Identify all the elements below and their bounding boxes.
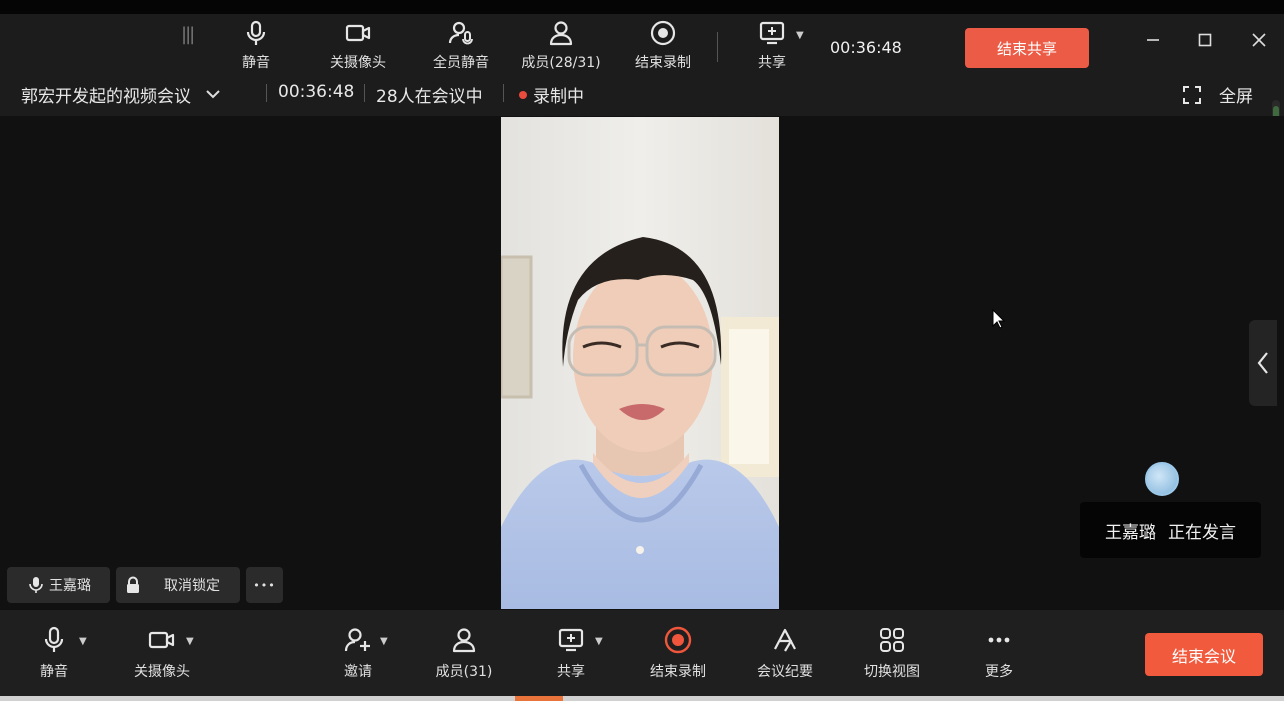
meeting-title: 郭宏开发起的视频会议 xyxy=(21,87,191,107)
members-label: 成员(31) xyxy=(435,664,493,680)
microphone-icon xyxy=(44,626,64,652)
active-speaker-status: 正在发言 xyxy=(1168,522,1236,543)
toolbar-share-button[interactable]: 共享 xyxy=(748,14,796,76)
minutes-icon xyxy=(774,628,796,652)
video-more-options-button[interactable]: ••• xyxy=(246,567,283,603)
toolbar-mute-label: 静音 xyxy=(242,55,270,71)
speaker-avatar xyxy=(1145,462,1179,496)
elapsed-time: 00:36:48 xyxy=(278,82,355,102)
info-divider xyxy=(364,84,365,102)
end-share-button[interactable]: 结束共享 xyxy=(965,28,1089,68)
fullscreen-label: 全屏 xyxy=(1219,87,1253,107)
toolbar-divider xyxy=(717,32,718,62)
audio-options-caret-icon[interactable]: ▼ xyxy=(79,636,87,647)
close-window-icon[interactable] xyxy=(1246,30,1272,50)
toolbar-end-recording-label: 结束录制 xyxy=(635,55,691,71)
meeting-minutes-label: 会议纪要 xyxy=(757,664,813,680)
mute-button[interactable]: 静音 xyxy=(30,610,78,696)
invite-icon xyxy=(344,628,370,652)
chevron-down-icon xyxy=(205,87,221,103)
switch-view-label: 切换视图 xyxy=(864,664,920,680)
info-divider xyxy=(266,84,267,102)
camera-button[interactable]: 关摄像头 xyxy=(124,610,200,696)
recording-dot-icon xyxy=(519,91,527,99)
taskbar-edge xyxy=(0,696,1284,701)
members-icon xyxy=(452,628,476,653)
meeting-title-dropdown[interactable]: 郭宏开发起的视频会议 xyxy=(21,82,221,107)
unlock-label: 取消锁定 xyxy=(164,578,220,594)
share-options-caret-icon[interactable]: ▼ xyxy=(595,636,603,647)
meeting-minutes-button[interactable]: 会议纪要 xyxy=(748,610,822,696)
participant-name: 王嘉璐 xyxy=(49,578,91,594)
participant-video-frame xyxy=(501,117,779,609)
invite-label: 邀请 xyxy=(344,664,372,680)
active-speaker-name: 王嘉璐 xyxy=(1105,522,1156,543)
lock-icon xyxy=(127,576,139,593)
share-screen-icon xyxy=(558,628,584,652)
taskbar-accent xyxy=(515,696,563,701)
recording-status: 录制中 xyxy=(519,82,584,107)
end-recording-label: 结束录制 xyxy=(650,664,706,680)
minimize-window-icon[interactable] xyxy=(1140,30,1166,50)
members-button[interactable]: 成员(31) xyxy=(428,610,500,696)
drag-handle[interactable]: ||| xyxy=(181,24,195,45)
toolbar-end-recording-button[interactable]: 结束录制 xyxy=(626,14,700,76)
share-button[interactable]: 共享 xyxy=(547,610,595,696)
toolbar-mute-button[interactable]: 静音 xyxy=(226,14,286,76)
toolbar-members-label: 成员(28/31) xyxy=(521,55,601,71)
grid-view-icon xyxy=(880,628,904,652)
toolbar-camera-label: 关摄像头 xyxy=(330,55,386,71)
microphone-icon xyxy=(29,577,43,593)
mute-label: 静音 xyxy=(40,664,68,680)
camera-label: 关摄像头 xyxy=(134,664,190,680)
more-icon: ••• xyxy=(253,578,276,592)
microphone-icon xyxy=(246,20,266,45)
record-icon xyxy=(650,20,676,46)
more-button[interactable]: 更多 xyxy=(975,610,1023,696)
toolbar-share-label: 共享 xyxy=(758,55,786,71)
record-icon xyxy=(664,626,692,654)
fullscreen-button[interactable]: 全屏 xyxy=(1183,82,1253,107)
maximize-window-icon[interactable] xyxy=(1192,30,1218,50)
end-recording-button[interactable]: 结束录制 xyxy=(641,610,715,696)
toolbar-mute-all-label: 全员静音 xyxy=(433,55,489,71)
share-label: 共享 xyxy=(557,664,585,680)
share-dropdown-caret-icon[interactable]: ▼ xyxy=(796,30,804,41)
toolbar-mute-all-button[interactable]: 全员静音 xyxy=(424,14,498,76)
switch-view-button[interactable]: 切换视图 xyxy=(855,610,929,696)
more-icon xyxy=(988,637,1010,643)
invite-button[interactable]: 邀请 xyxy=(334,610,382,696)
end-meeting-button[interactable]: 结束会议 xyxy=(1145,633,1263,676)
toolbar-members-button[interactable]: 成员(28/31) xyxy=(514,14,608,76)
video-options-caret-icon[interactable]: ▼ xyxy=(186,636,194,647)
camera-icon xyxy=(148,631,175,649)
info-divider xyxy=(503,84,504,102)
chevron-left-icon xyxy=(1257,352,1268,374)
active-speaker-badge: 王嘉璐 正在发言 xyxy=(1080,502,1261,558)
participant-count: 28人在会议中 xyxy=(376,87,483,107)
camera-icon xyxy=(345,24,371,42)
mouse-cursor-icon xyxy=(992,308,1006,333)
more-label: 更多 xyxy=(985,664,1013,680)
toolbar-timer: 00:36:48 xyxy=(830,38,902,57)
unlock-video-button[interactable]: 取消锁定 xyxy=(116,567,240,603)
collapse-panel-button[interactable] xyxy=(1249,320,1277,406)
fullscreen-icon xyxy=(1183,85,1201,104)
members-icon xyxy=(549,21,573,46)
toolbar-camera-button[interactable]: 关摄像头 xyxy=(320,14,396,76)
participant-video xyxy=(501,117,779,609)
recording-label: 录制中 xyxy=(533,87,584,107)
participant-name-chip: 王嘉璐 xyxy=(7,567,110,603)
mute-all-icon xyxy=(448,21,473,45)
invite-options-caret-icon[interactable]: ▼ xyxy=(380,636,388,647)
window-top-edge xyxy=(0,0,1284,14)
share-screen-icon xyxy=(759,21,785,45)
